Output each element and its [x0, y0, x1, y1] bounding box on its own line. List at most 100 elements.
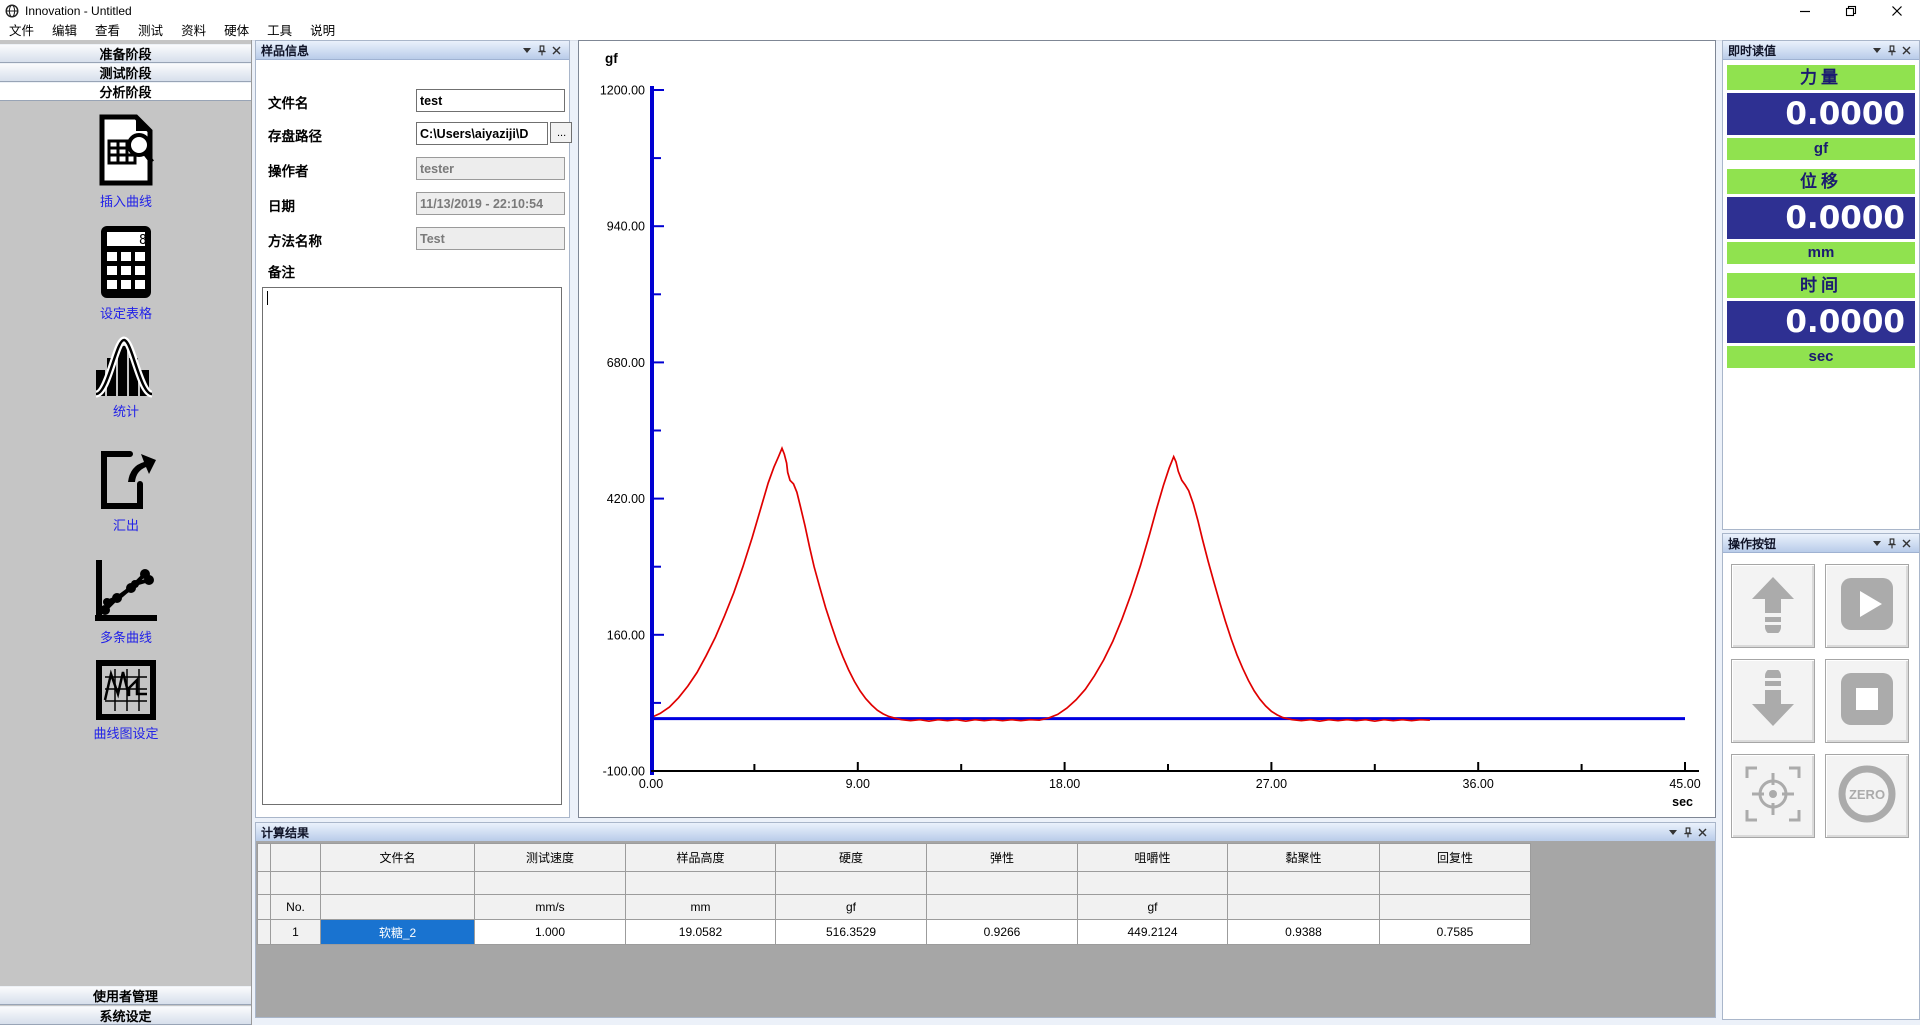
field-input-4	[416, 192, 565, 215]
field-label-1: 文件名	[268, 92, 309, 112]
result-cell-4[interactable]: 516.3529	[776, 920, 927, 945]
empty-header-cell	[776, 872, 927, 895]
panel-close-button[interactable]	[549, 43, 564, 57]
target-button[interactable]	[1731, 754, 1815, 838]
column-header-4: 硬度	[776, 844, 927, 872]
y-axis-unit-label: gf	[605, 51, 618, 66]
tool-label: 插入曲线	[0, 191, 252, 210]
row-selector-header	[258, 844, 271, 872]
svg-text:8: 8	[139, 233, 147, 248]
unit-cell-5	[927, 895, 1078, 920]
field-label-4: 日期	[268, 195, 295, 215]
tool-button-chart-settings[interactable]: 曲线图设定	[0, 660, 252, 742]
panel-pin-button[interactable]	[534, 43, 549, 57]
y-tick-label: 680.00	[607, 356, 645, 370]
column-header-2: 测试速度	[475, 844, 626, 872]
panel-close-button[interactable]	[1899, 536, 1914, 550]
menu-item-3[interactable]: 查看	[86, 22, 129, 40]
text-caret	[267, 291, 268, 305]
tool-button-insert-curve[interactable]: 插入曲线	[0, 114, 252, 210]
empty-header-cell	[1228, 872, 1380, 895]
jog-down-button[interactable]	[1731, 659, 1815, 743]
unit-cell-4: gf	[776, 895, 927, 920]
panel-pin-button[interactable]	[1884, 43, 1899, 57]
empty-header-cell	[321, 872, 475, 895]
panel-chevron-down-button[interactable]	[1869, 536, 1884, 550]
zero-icon: ZERO	[1837, 764, 1897, 829]
column-header-5: 弹性	[927, 844, 1078, 872]
export-icon	[0, 448, 252, 512]
result-cell-7[interactable]: 0.9388	[1228, 920, 1380, 945]
field-label-5: 方法名称	[268, 230, 322, 250]
app-window: Innovation - Untitled 文件编辑查看测试资料硬体工具说明 准…	[0, 0, 1920, 1025]
zero-button[interactable]: ZERO	[1825, 754, 1909, 838]
result-cell-8[interactable]: 0.7585	[1380, 920, 1531, 945]
row-number-cell[interactable]: 1	[271, 920, 321, 945]
close-button[interactable]	[1874, 0, 1920, 22]
panel-pin-button[interactable]	[1680, 825, 1695, 839]
minimize-button[interactable]	[1782, 0, 1828, 22]
panel-close-button[interactable]	[1695, 825, 1710, 839]
browse-button[interactable]: ...	[550, 122, 572, 143]
stage-button-2[interactable]: 测试阶段	[0, 63, 251, 82]
tool-button-calculator[interactable]: 8设定表格	[0, 224, 252, 322]
x-tick-label: 0.00	[639, 777, 663, 791]
panel-chevron-down-button[interactable]	[519, 43, 534, 57]
menu-item-2[interactable]: 编辑	[43, 22, 86, 40]
field-input-2[interactable]	[416, 122, 548, 145]
panel-chevron-down-button[interactable]	[1869, 43, 1884, 57]
sidebar-bottom-button-1[interactable]: 使用者管理	[0, 986, 251, 1005]
y-tick-label: 420.00	[607, 492, 645, 506]
sample-info-body: 文件名存盘路径...操作者日期方法名称备注	[256, 59, 569, 817]
tool-label: 曲线图设定	[0, 723, 252, 742]
sidebar-bottom-button-2[interactable]: 系统设定	[0, 1006, 251, 1025]
row-selector-cell[interactable]	[258, 920, 271, 945]
panel-pin-button[interactable]	[1884, 536, 1899, 550]
menu-item-7[interactable]: 工具	[258, 22, 301, 40]
stage-button-3[interactable]: 分析阶段	[0, 82, 251, 101]
result-cell-3[interactable]: 19.0582	[626, 920, 776, 945]
panel-close-button[interactable]	[1899, 43, 1914, 57]
field-input-1[interactable]	[416, 89, 565, 112]
tool-button-statistics[interactable]: 统计	[0, 336, 252, 420]
notes-textarea[interactable]	[262, 287, 562, 805]
field-label-2: 存盘路径	[268, 125, 322, 145]
x-axis-unit-label: sec	[1672, 795, 1693, 809]
chart-svg: gf1200.00940.00680.00420.00160.00-100.00…	[579, 41, 1715, 817]
readout-panel-header: 即时读值	[1723, 41, 1919, 60]
results-panel: 计算结果 文件名测试速度样品高度硬度弹性咀嚼性黏聚性回复性No.mm/smmgf…	[255, 822, 1716, 1018]
panel-chevron-down-button[interactable]	[1665, 825, 1680, 839]
no-column-header	[271, 844, 321, 872]
stage-button-1[interactable]: 准备阶段	[0, 44, 251, 63]
sample-info-panel-header: 样品信息	[256, 41, 569, 60]
sample-info-panel-title: 样品信息	[261, 42, 519, 59]
jog-up-button[interactable]	[1731, 564, 1815, 648]
result-cell-1[interactable]: 软糖_2	[321, 920, 475, 945]
menu-item-5[interactable]: 资料	[172, 22, 215, 40]
stop-button[interactable]	[1825, 659, 1909, 743]
empty-header-cell	[1380, 872, 1531, 895]
tool-button-export[interactable]: 汇出	[0, 448, 252, 534]
field-input-3	[416, 157, 565, 180]
controls-body: ZERO	[1723, 552, 1919, 1019]
column-header-1: 文件名	[321, 844, 475, 872]
run-button[interactable]	[1825, 564, 1909, 648]
empty-header-cell	[1078, 872, 1228, 895]
menu-bar: 文件编辑查看测试资料硬体工具说明	[0, 22, 1920, 41]
empty-header-cell	[626, 872, 776, 895]
menu-item-1[interactable]: 文件	[0, 22, 43, 40]
readout-label-2: 位移	[1727, 169, 1915, 194]
menu-item-8[interactable]: 说明	[301, 22, 344, 40]
stop-icon	[1838, 670, 1896, 733]
x-tick-label: 18.00	[1049, 777, 1080, 791]
controls-panel: 操作按钮 ZERO	[1722, 533, 1920, 1020]
readout-panel-title: 即时读值	[1728, 42, 1869, 59]
result-cell-6[interactable]: 449.2124	[1078, 920, 1228, 945]
result-cell-5[interactable]: 0.9266	[927, 920, 1078, 945]
app-globe-icon	[5, 4, 19, 18]
result-cell-2[interactable]: 1.000	[475, 920, 626, 945]
menu-item-4[interactable]: 测试	[129, 22, 172, 40]
tool-button-multi-curve[interactable]: 多条曲线	[0, 558, 252, 646]
menu-item-6[interactable]: 硬体	[215, 22, 258, 40]
restore-button[interactable]	[1828, 0, 1874, 22]
